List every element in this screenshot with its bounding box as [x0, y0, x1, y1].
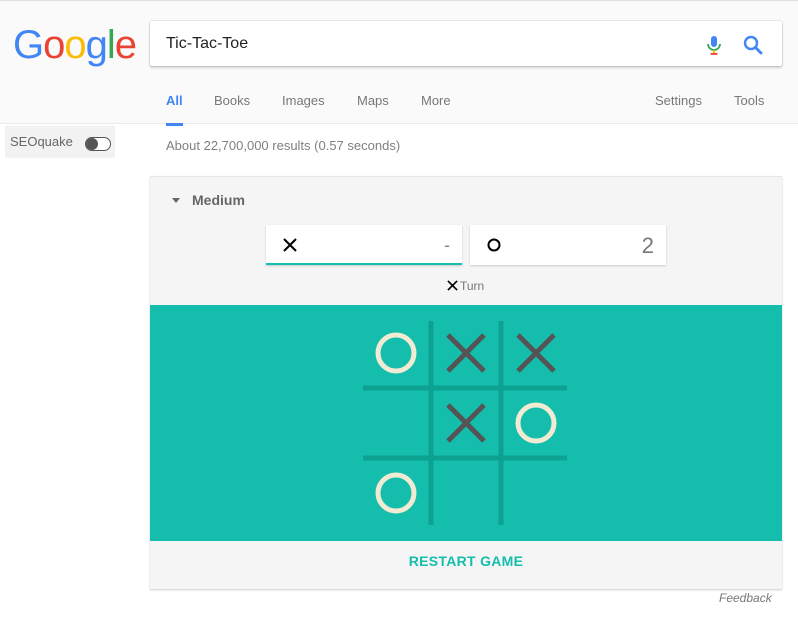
- tic-tac-toe-card: Medium - 2 Turn RESTART GAME: [150, 176, 782, 589]
- logo-letter: o: [43, 23, 65, 67]
- board-cell[interactable]: [361, 388, 431, 458]
- logo-letter: e: [114, 23, 137, 67]
- seoquake-toggle[interactable]: [85, 137, 111, 151]
- logo-letter: G: [13, 23, 44, 67]
- caret-down-icon: [172, 197, 180, 203]
- tab-maps[interactable]: Maps: [357, 85, 389, 123]
- seoquake-panel: SEOquake: [5, 126, 115, 158]
- difficulty-label: Medium: [192, 192, 245, 208]
- header: Google All Books Images Maps More Settin…: [0, 0, 798, 126]
- search-box: [150, 21, 782, 66]
- player-x-card: -: [266, 225, 462, 265]
- board-cell[interactable]: [501, 458, 571, 528]
- google-logo[interactable]: Google: [13, 21, 137, 69]
- restart-game-button[interactable]: RESTART GAME: [150, 553, 782, 569]
- tab-books[interactable]: Books: [214, 85, 250, 123]
- player-o-card: 2: [470, 225, 666, 265]
- turn-indicator: Turn: [447, 279, 484, 293]
- settings-link[interactable]: Settings: [655, 85, 702, 123]
- player-x-score: -: [444, 235, 450, 255]
- board-cell[interactable]: [431, 458, 501, 528]
- difficulty-dropdown[interactable]: Medium: [172, 192, 245, 208]
- logo-letter: l: [106, 23, 116, 67]
- toggle-knob: [86, 138, 98, 150]
- microphone-icon[interactable]: [702, 33, 726, 57]
- x-icon: [283, 238, 297, 252]
- logo-letter: g: [85, 23, 108, 67]
- logo-letter: o: [64, 23, 86, 67]
- board-cell[interactable]: [361, 318, 431, 388]
- o-icon: [487, 238, 501, 252]
- board-grid: [361, 318, 571, 528]
- player-o-score: 2: [641, 233, 654, 258]
- result-stats: About 22,700,000 results (0.57 seconds): [166, 138, 401, 153]
- feedback-link[interactable]: Feedback: [719, 591, 772, 605]
- seoquake-label: SEOquake: [10, 134, 73, 149]
- board-cell[interactable]: [361, 458, 431, 528]
- search-icon[interactable]: [741, 33, 765, 57]
- game-board: [150, 305, 782, 541]
- turn-label: Turn: [460, 279, 485, 293]
- tools-link[interactable]: Tools: [734, 85, 764, 123]
- board-cell[interactable]: [501, 388, 571, 458]
- x-icon: [447, 280, 458, 291]
- tab-images[interactable]: Images: [282, 85, 325, 123]
- tab-all[interactable]: All: [166, 85, 183, 126]
- search-input[interactable]: [166, 21, 686, 66]
- tab-more[interactable]: More: [421, 85, 451, 123]
